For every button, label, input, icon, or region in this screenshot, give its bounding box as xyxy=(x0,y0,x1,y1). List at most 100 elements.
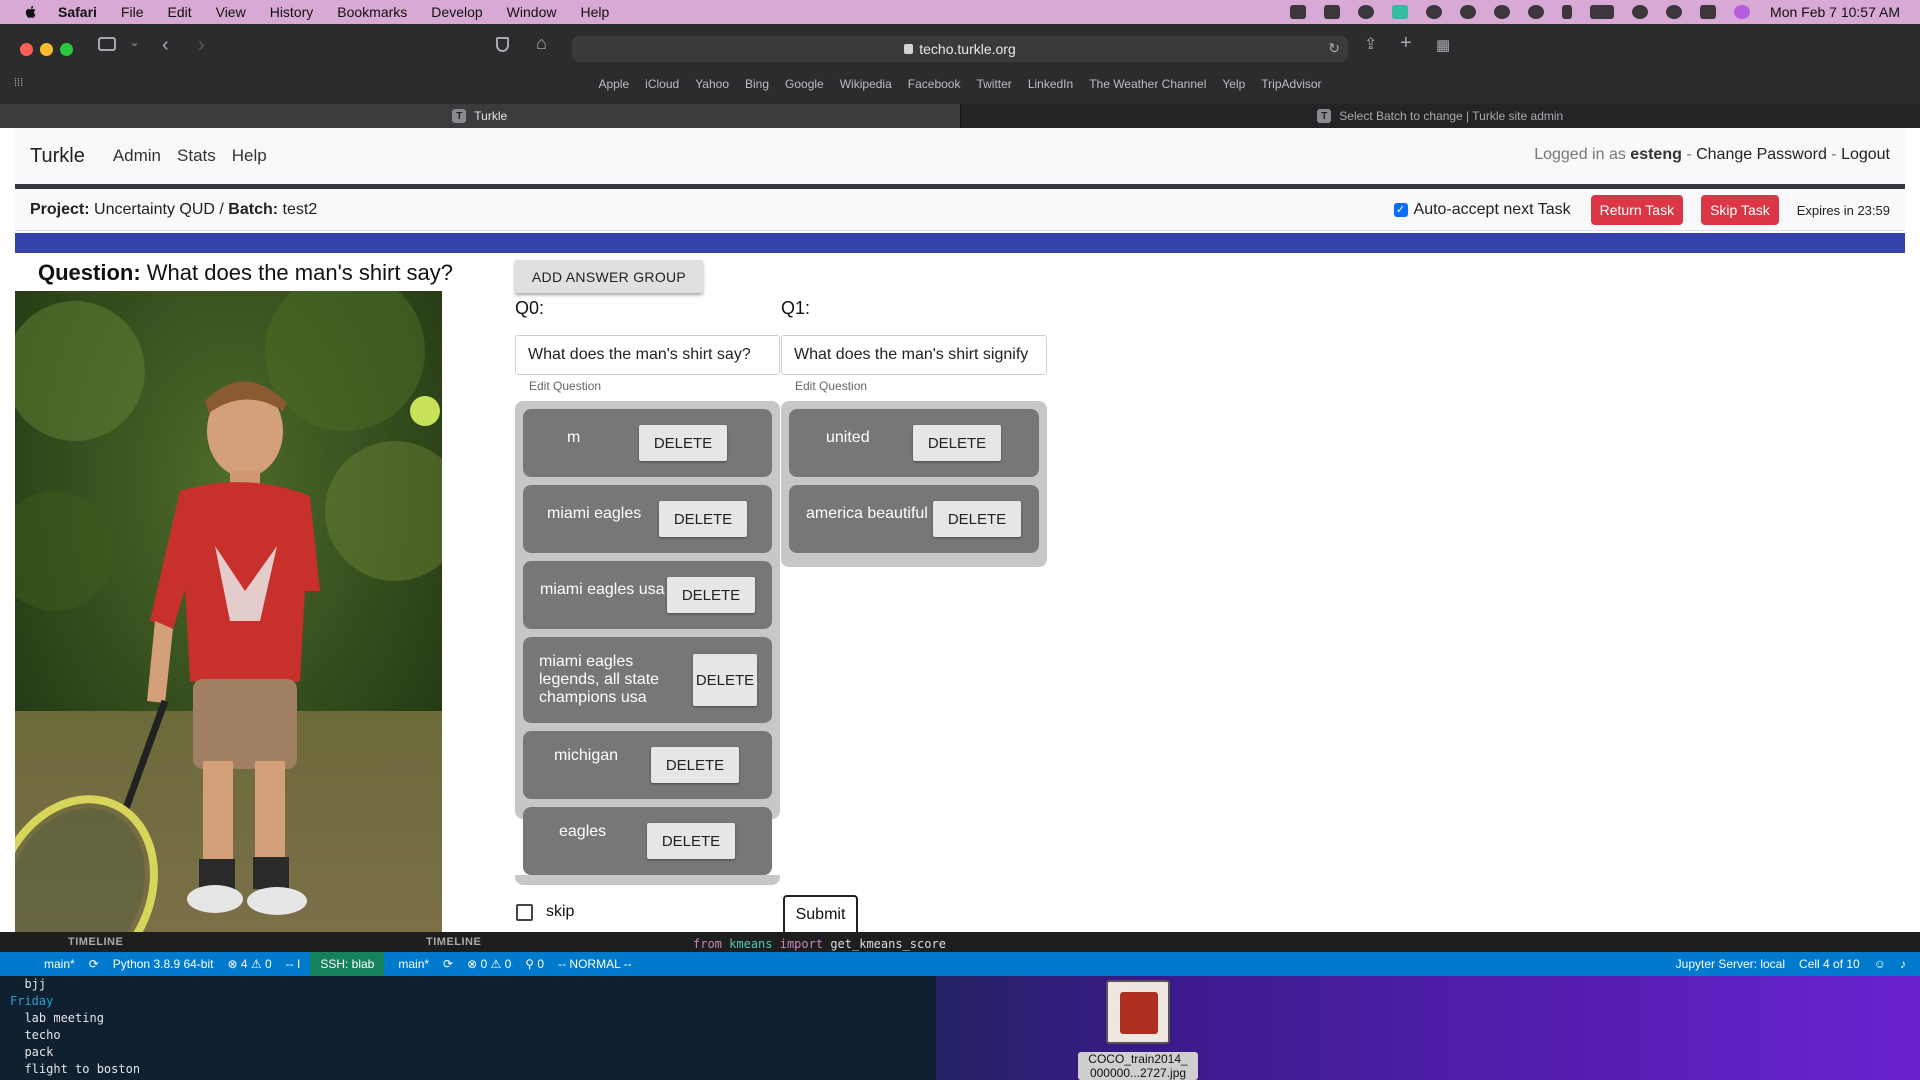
home-icon[interactable]: ⌂ xyxy=(536,33,547,54)
git-branch-status[interactable]: main* xyxy=(44,957,75,971)
menu-help[interactable]: Help xyxy=(580,4,609,20)
reload-icon[interactable]: ↻ xyxy=(1328,40,1340,57)
desktop-file-label[interactable]: COCO_train2014_ 000000...2727.jpg xyxy=(1078,1052,1198,1080)
tab-turkle[interactable]: T Turkle xyxy=(0,104,960,128)
answer-chip[interactable]: america beautiful DELETE xyxy=(789,485,1039,553)
favorite-yelp[interactable]: Yelp xyxy=(1222,77,1245,97)
add-answer-group-button[interactable]: ADD ANSWER GROUP xyxy=(515,260,703,293)
tab-turkle-admin[interactable]: T Select Batch to change | Turkle site a… xyxy=(959,104,1920,128)
menu-develop[interactable]: Develop xyxy=(431,4,482,20)
favorite-facebook[interactable]: Facebook xyxy=(908,77,961,97)
git-branch-status[interactable]: main* xyxy=(398,957,429,971)
nav-stats-link[interactable]: Stats xyxy=(177,146,216,166)
control-center-icon[interactable] xyxy=(1700,5,1717,19)
delete-answer-button[interactable]: DELETE xyxy=(647,823,735,859)
favorite-yahoo[interactable]: Yahoo xyxy=(695,77,729,97)
skip-checkbox[interactable] xyxy=(516,903,533,921)
clock-status-icon[interactable] xyxy=(1426,5,1443,19)
auto-accept-toggle[interactable]: ✓ Auto-accept next Task xyxy=(1393,201,1571,219)
forward-arrow-icon[interactable]: › xyxy=(198,34,205,57)
back-arrow-icon[interactable]: ‹ xyxy=(162,34,169,57)
turkle-brand-link[interactable]: Turkle xyxy=(30,145,85,168)
auto-accept-checkbox[interactable]: ✓ xyxy=(1393,203,1408,217)
minimize-window-button[interactable] xyxy=(40,43,53,56)
menu-safari[interactable]: Safari xyxy=(58,4,97,20)
ports-status[interactable]: ⚲ 0 xyxy=(525,957,544,971)
play-icon[interactable] xyxy=(1494,5,1511,19)
return-task-button[interactable]: Return Task xyxy=(1590,195,1684,225)
jupyter-server-status[interactable]: Jupyter Server: local xyxy=(1676,957,1785,971)
answer-chip[interactable]: miami eagles usa DELETE xyxy=(523,561,772,629)
new-tab-plus-icon[interactable]: + xyxy=(1400,32,1412,55)
tab-overview-icon[interactable]: ▦ xyxy=(1436,36,1450,54)
python-interpreter-status[interactable]: Python 3.8.9 64-bit xyxy=(113,957,214,971)
menu-window[interactable]: Window xyxy=(507,4,557,20)
favorite-weather-channel[interactable]: The Weather Channel xyxy=(1089,77,1206,97)
sync-icon[interactable]: ⟳ xyxy=(443,957,453,971)
logout-link[interactable]: Logout xyxy=(1841,146,1890,163)
problems-status[interactable]: ⊗ 0 ⚠ 0 xyxy=(467,957,511,971)
favorite-google[interactable]: Google xyxy=(785,77,824,97)
skip-task-button[interactable]: Skip Task xyxy=(1701,195,1779,225)
delete-answer-button[interactable]: DELETE xyxy=(639,425,727,461)
timeline-panel-header[interactable]: TIMELINE xyxy=(426,936,481,948)
menu-view[interactable]: View xyxy=(216,4,246,20)
edit-question-link-q0[interactable]: Edit Question xyxy=(529,379,601,393)
menu-bookmarks[interactable]: Bookmarks xyxy=(337,4,407,20)
battery-icon[interactable] xyxy=(1590,5,1615,19)
app-status-icon[interactable] xyxy=(1290,5,1307,19)
edit-question-link-q1[interactable]: Edit Question xyxy=(795,379,867,393)
desktop-image-file-icon[interactable] xyxy=(1106,980,1170,1044)
change-password-link[interactable]: Change Password xyxy=(1696,146,1827,163)
remote-ssh-status[interactable]: SSH: blab xyxy=(310,952,385,976)
close-window-button[interactable] xyxy=(20,43,33,56)
nav-admin-link[interactable]: Admin xyxy=(113,146,161,166)
delete-answer-button[interactable]: DELETE xyxy=(913,425,1001,461)
time-machine-icon[interactable] xyxy=(1460,5,1477,19)
cell-position-status[interactable]: Cell 4 of 10 xyxy=(1799,957,1860,971)
favorite-bing[interactable]: Bing xyxy=(745,77,769,97)
answer-chip[interactable]: michigan DELETE xyxy=(523,731,772,799)
address-bar[interactable]: techo.turkle.org ↻ xyxy=(572,36,1348,62)
siri-icon[interactable] xyxy=(1734,5,1751,19)
skip-toggle[interactable]: skip xyxy=(516,903,574,921)
favorite-apple[interactable]: Apple xyxy=(598,77,629,97)
timeline-panel-header[interactable]: TIMELINE xyxy=(68,936,123,948)
share-icon[interactable]: ⇪ xyxy=(1364,34,1377,54)
answer-chip[interactable]: united DELETE xyxy=(789,409,1039,477)
delete-answer-button[interactable]: DELETE xyxy=(667,577,755,613)
answer-chip[interactable]: m DELETE xyxy=(523,409,772,477)
favorite-wikipedia[interactable]: Wikipedia xyxy=(840,77,892,97)
sidebar-toggle-icon[interactable] xyxy=(98,37,116,51)
menu-file[interactable]: File xyxy=(121,4,144,20)
favorite-tripadvisor[interactable]: TripAdvisor xyxy=(1261,77,1321,97)
problems-status[interactable]: ⊗ 4 ⚠ 0 xyxy=(227,957,271,971)
chevron-down-icon[interactable]: ⌄ xyxy=(130,36,139,49)
wifi-icon[interactable] xyxy=(1632,5,1649,19)
apple-logo-icon[interactable] xyxy=(20,5,42,19)
favorite-twitter[interactable]: Twitter xyxy=(976,77,1011,97)
spotlight-search-icon[interactable] xyxy=(1666,5,1683,19)
group-question-input-q0[interactable]: What does the man's shirt say? xyxy=(515,335,780,375)
group-question-input-q1[interactable]: What does the man's shirt signify xyxy=(781,335,1047,375)
bluetooth-icon[interactable] xyxy=(1562,5,1573,19)
sync-icon[interactable]: ⟳ xyxy=(89,957,99,971)
sync-status-icon[interactable] xyxy=(1358,5,1375,19)
terminal-window[interactable]: bjj Friday lab meeting techo pack flight… xyxy=(0,976,936,1080)
notifications-bell-icon[interactable]: ♪ xyxy=(1900,957,1906,971)
menu-history[interactable]: History xyxy=(270,4,314,20)
menu-edit[interactable]: Edit xyxy=(167,4,191,20)
zoom-window-button[interactable] xyxy=(60,43,73,56)
delete-answer-button[interactable]: DELETE xyxy=(693,654,757,706)
delete-answer-button[interactable]: DELETE xyxy=(651,747,739,783)
privacy-shield-icon[interactable] xyxy=(496,37,509,52)
delete-answer-button[interactable]: DELETE xyxy=(933,501,1021,537)
answer-chip[interactable]: miami eagles legends, all state champion… xyxy=(523,637,772,723)
delete-answer-button[interactable]: DELETE xyxy=(659,501,747,537)
answer-chip[interactable]: miami eagles DELETE xyxy=(523,485,772,553)
submit-button[interactable]: Submit xyxy=(783,895,858,932)
menubar-clock[interactable]: Mon Feb 7 10:57 AM xyxy=(1770,4,1900,20)
headphones-icon[interactable] xyxy=(1528,5,1545,19)
feedback-icon[interactable]: ☺ xyxy=(1874,957,1886,971)
trash-status-icon[interactable] xyxy=(1324,5,1341,19)
